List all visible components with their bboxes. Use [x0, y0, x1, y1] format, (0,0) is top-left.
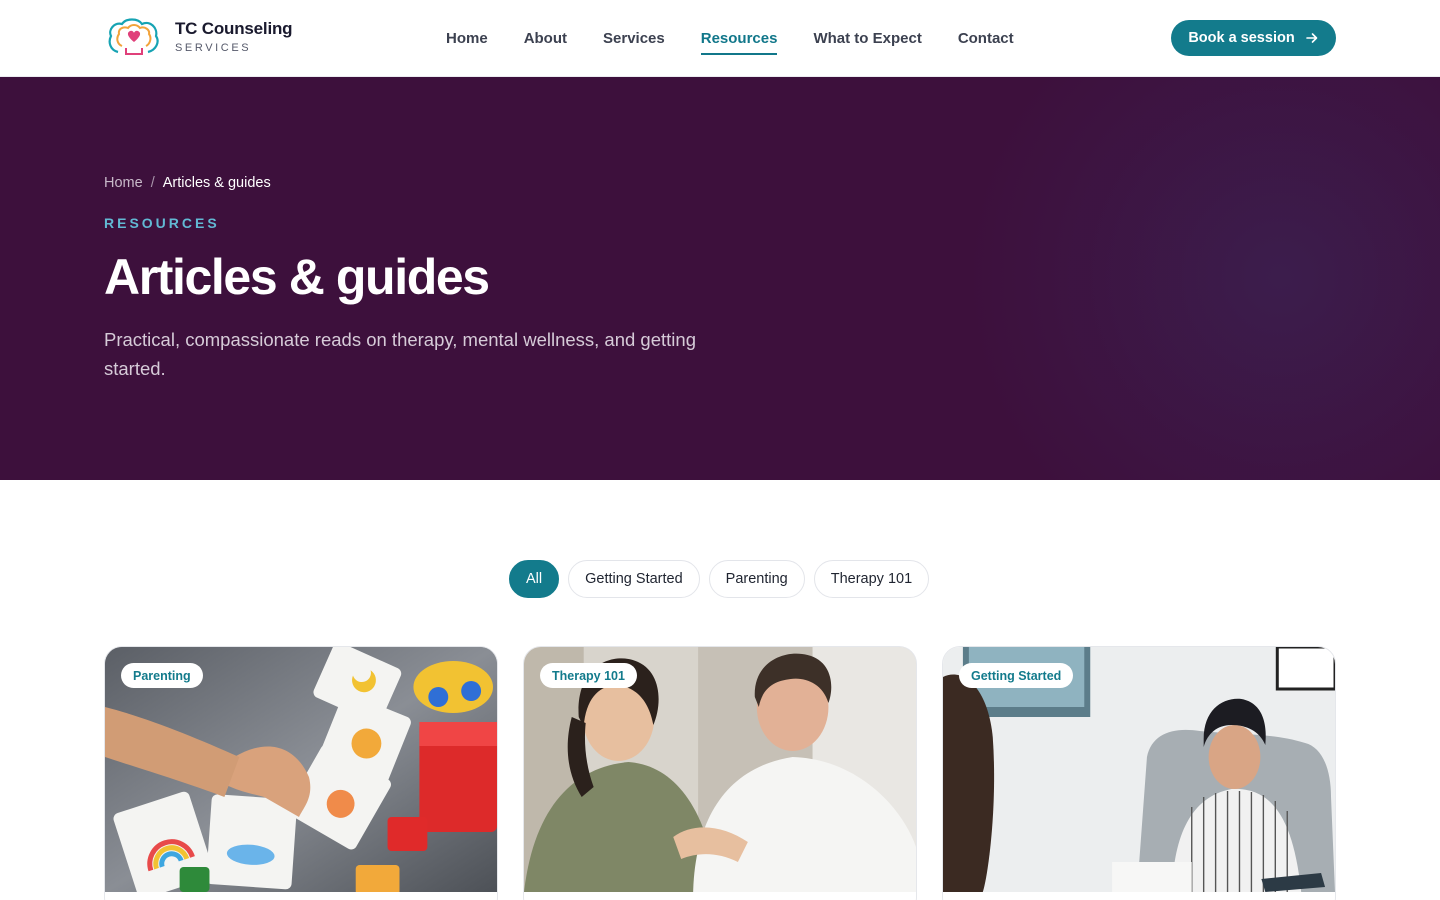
- logo-icon: [108, 18, 159, 55]
- breadcrumb: Home / Articles & guides: [104, 175, 271, 191]
- logo-subtitle: SERVICES: [175, 42, 252, 54]
- nav-contact[interactable]: Contact: [958, 29, 1014, 55]
- logo-title: TC Counseling: [175, 19, 293, 38]
- article-grid: Parenting Therapy 101 Getting Started: [104, 646, 1336, 900]
- article-card[interactable]: Getting Started: [942, 646, 1336, 900]
- hero-decoration: [960, 77, 1440, 480]
- couple-sitting-together-photo: Therapy 101: [524, 647, 916, 892]
- site-header: TC Counseling SERVICES Home About Servic…: [0, 0, 1440, 77]
- section-eyebrow: RESOURCES: [104, 215, 220, 231]
- article-card[interactable]: Parenting: [104, 646, 498, 900]
- filter-all[interactable]: All: [509, 560, 560, 598]
- nav-what-to-expect[interactable]: What to Expect: [813, 29, 921, 55]
- page-title: Articles & guides: [104, 249, 490, 305]
- nav-services[interactable]: Services: [603, 29, 665, 55]
- card-category-tag: Therapy 101: [540, 663, 637, 688]
- breadcrumb-current: Articles & guides: [162, 175, 271, 191]
- card-category-tag: Getting Started: [959, 663, 1074, 688]
- nav-about[interactable]: About: [524, 29, 567, 55]
- therapist-in-session-photo: Getting Started: [943, 647, 1335, 892]
- filter-parenting[interactable]: Parenting: [708, 560, 805, 598]
- book-session-label: Book a session: [1188, 30, 1295, 46]
- logo-link[interactable]: TC Counseling SERVICES: [104, 16, 293, 58]
- card-category-tag: Parenting: [121, 663, 203, 688]
- nav-resources[interactable]: Resources: [700, 29, 778, 55]
- main-nav: Home About Services Resources What to Ex…: [446, 29, 1050, 55]
- article-card[interactable]: Therapy 101: [523, 646, 917, 900]
- book-session-button[interactable]: Book a session: [1171, 20, 1336, 56]
- arrow-right-icon: [1305, 33, 1317, 43]
- child-playing-emotion-cards-photo: Parenting: [105, 647, 497, 892]
- filter-getting-started[interactable]: Getting Started: [568, 560, 700, 598]
- page-description: Practical, compassionate reads on therap…: [104, 329, 696, 379]
- nav-home[interactable]: Home: [446, 29, 488, 55]
- breadcrumb-home[interactable]: Home: [104, 175, 143, 191]
- category-filters: All Getting Started Parenting Therapy 10…: [509, 560, 930, 598]
- breadcrumb-separator: /: [150, 175, 155, 191]
- hero-section: Home / Articles & guides RESOURCES Article…: [0, 77, 1440, 480]
- filter-therapy-101[interactable]: Therapy 101: [813, 560, 930, 598]
